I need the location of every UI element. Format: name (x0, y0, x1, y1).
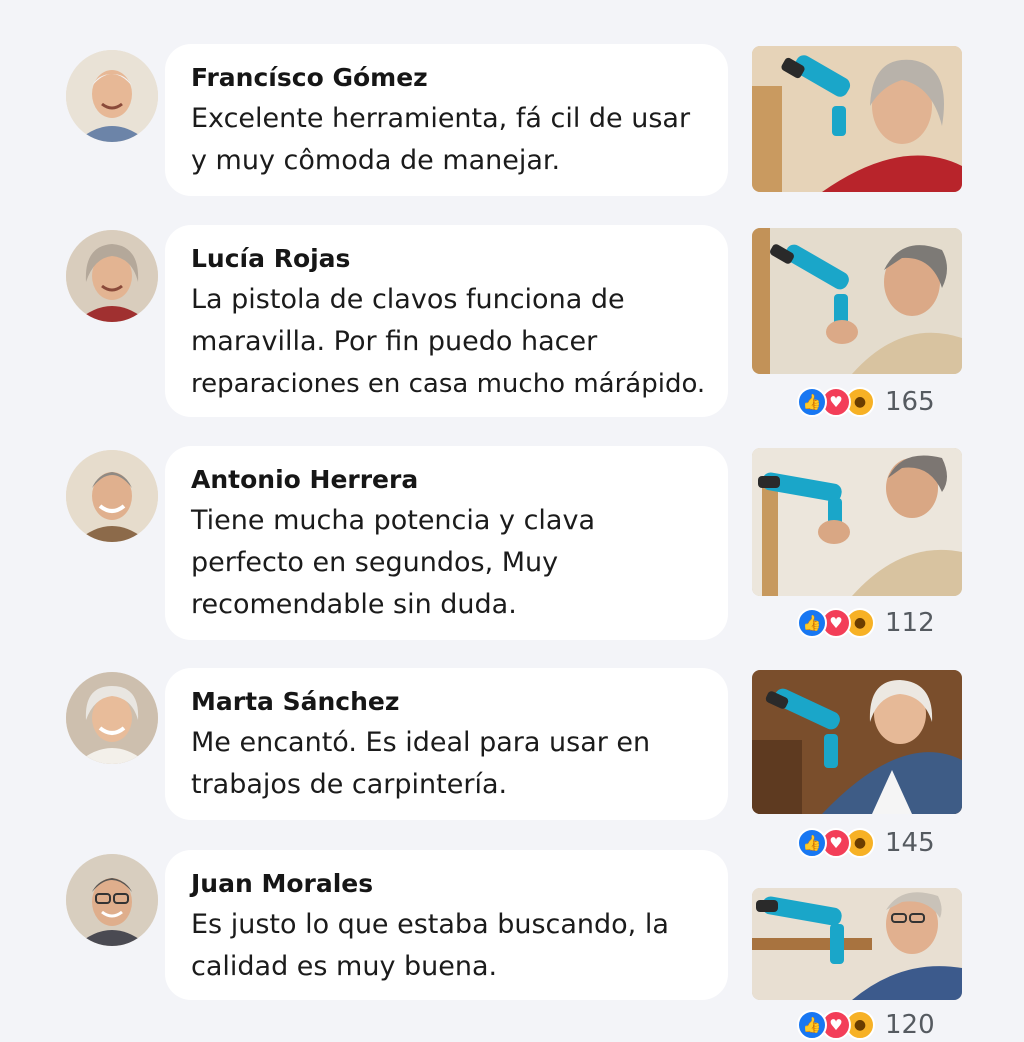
attached-photo[interactable] (752, 46, 962, 192)
comment-bubble: Francísco Gómez Excelente herramienta, f… (165, 44, 728, 196)
reactions-summary[interactable]: 👍 ♥ ● 112 (797, 606, 935, 640)
comment-bubble: Antonio Herrera Tiene mucha potencia y c… (165, 446, 728, 640)
comment-line: y muy cômoda de manejar. (191, 145, 561, 176)
reactions-summary[interactable]: 👍 ♥ ● 145 (797, 826, 935, 860)
comment-bubble: Juan Morales Es justo lo que estaba busc… (165, 850, 728, 1000)
like-icon: 👍 (797, 387, 827, 417)
comment-line: maravilla. Por fin puedo hacer (191, 326, 598, 357)
avatar[interactable] (66, 50, 158, 142)
reaction-count: 165 (885, 387, 935, 417)
comment-text: Es justo lo que estaba buscando, la cali… (191, 904, 708, 988)
comment-line: Excelente herramienta, fá cil de usar (191, 103, 691, 134)
comment-line: La pistola de clavos funciona de (191, 284, 625, 315)
attached-photo[interactable] (752, 228, 962, 374)
comment-author[interactable]: Francísco Gómez (191, 60, 708, 96)
comment-line: Me encantó. Es ideal para usar en (191, 727, 651, 758)
comment-line: perfecto en segundos, Muy (191, 547, 559, 578)
comment-line: recomendable sin duda. (191, 589, 517, 620)
comment-line: reparaciones en casa mucho márápido. (191, 369, 706, 399)
comment-bubble: Lucía Rojas La pistola de clavos funcion… (165, 225, 728, 417)
comment-text: Excelente herramienta, fá cil de usar y … (191, 98, 708, 182)
comment-bubble: Marta Sánchez Me encantó. Es ideal para … (165, 668, 728, 820)
comment-text: La pistola de clavos funciona de maravil… (191, 279, 708, 405)
reaction-count: 120 (885, 1010, 935, 1040)
avatar[interactable] (66, 672, 158, 764)
comment-line: calidad es muy buena. (191, 951, 498, 982)
avatar[interactable] (66, 450, 158, 542)
like-icon: 👍 (797, 1010, 827, 1040)
comment-line: Es justo lo que estaba buscando, la (191, 909, 669, 940)
reactions-summary[interactable]: 👍 ♥ ● 120 (797, 1008, 935, 1042)
attached-photo[interactable] (752, 670, 962, 814)
avatar[interactable] (66, 230, 158, 322)
attached-photo[interactable] (752, 888, 962, 1000)
comment-author[interactable]: Lucía Rojas (191, 241, 708, 277)
reaction-count: 112 (885, 608, 935, 638)
comment-author[interactable]: Antonio Herrera (191, 462, 708, 498)
comment-text: Tiene mucha potencia y clava perfecto en… (191, 500, 708, 626)
attached-photo[interactable] (752, 448, 962, 596)
comment-author[interactable]: Marta Sánchez (191, 684, 708, 720)
like-icon: 👍 (797, 608, 827, 638)
comment-text: Me encantó. Es ideal para usar en trabaj… (191, 722, 708, 806)
comment-line: Tiene mucha potencia y clava (191, 505, 595, 536)
comment-author[interactable]: Juan Morales (191, 866, 708, 902)
reactions-summary[interactable]: 👍 ♥ ● 165 (797, 385, 935, 419)
reaction-count: 145 (885, 828, 935, 858)
avatar[interactable] (66, 854, 158, 946)
comment-line: trabajos de carpintería. (191, 769, 508, 800)
like-icon: 👍 (797, 828, 827, 858)
